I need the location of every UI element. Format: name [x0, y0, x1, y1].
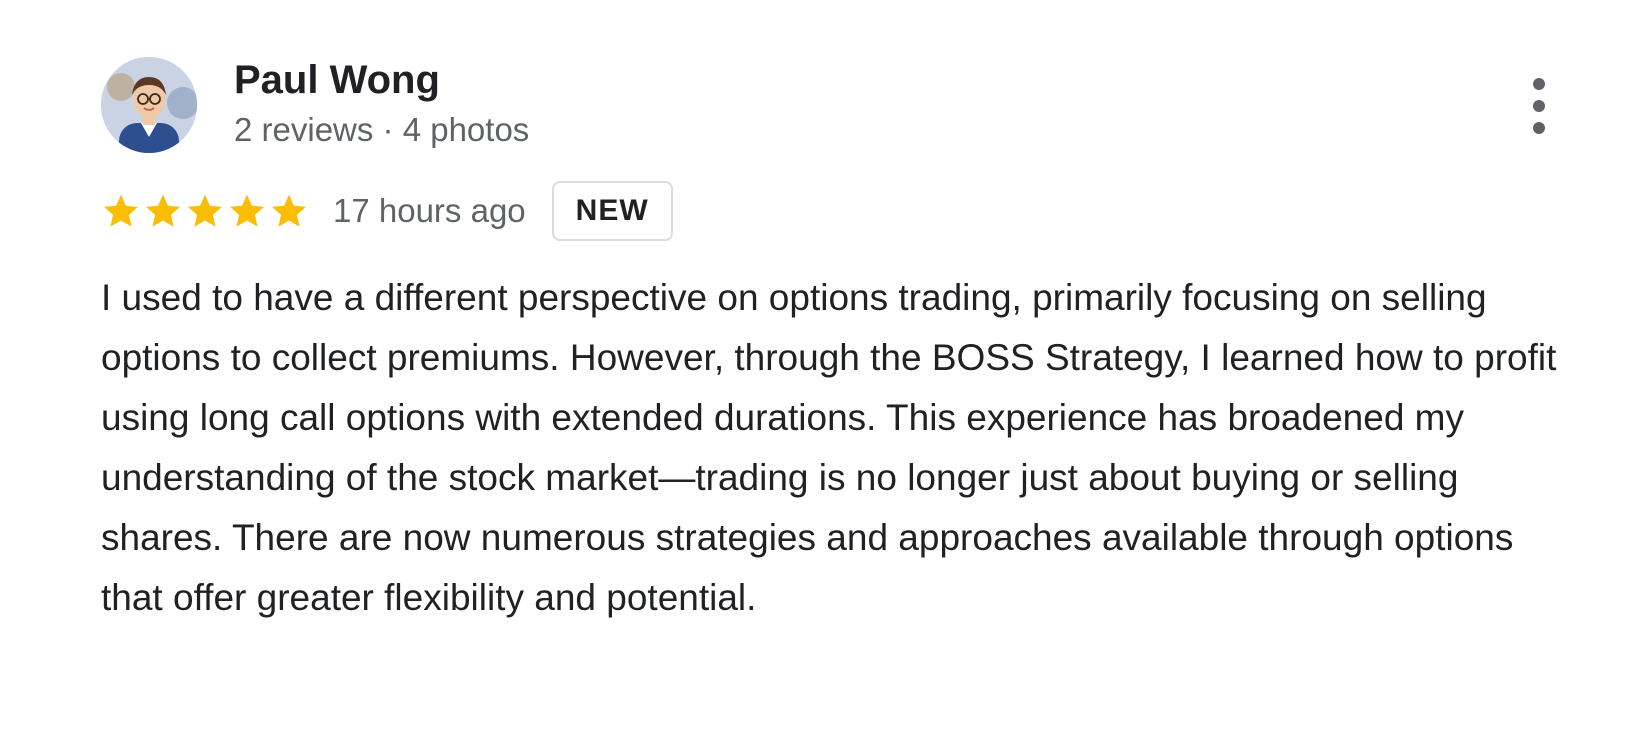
- review-time: 17 hours ago: [333, 192, 526, 229]
- star-icon: [272, 194, 306, 227]
- star-icon: [104, 194, 138, 227]
- avatar[interactable]: [101, 57, 197, 153]
- reviewer-meta: 2 reviews · 4 photos: [234, 111, 530, 148]
- reviewer-name[interactable]: Paul Wong: [234, 56, 440, 104]
- star-icon: [188, 194, 222, 227]
- star-icon: [146, 194, 180, 227]
- avatar-image: [101, 57, 197, 153]
- star-rating: [101, 191, 309, 231]
- rating-row: 17 hours ago NEW: [101, 178, 673, 244]
- review-text: I used to have a different perspective o…: [101, 277, 1557, 618]
- star-icon: [230, 194, 264, 227]
- new-badge: NEW: [551, 181, 673, 241]
- more-options-button[interactable]: [1518, 76, 1560, 136]
- review-card: Paul Wong 2 reviews · 4 photos 17 hours …: [0, 0, 1642, 738]
